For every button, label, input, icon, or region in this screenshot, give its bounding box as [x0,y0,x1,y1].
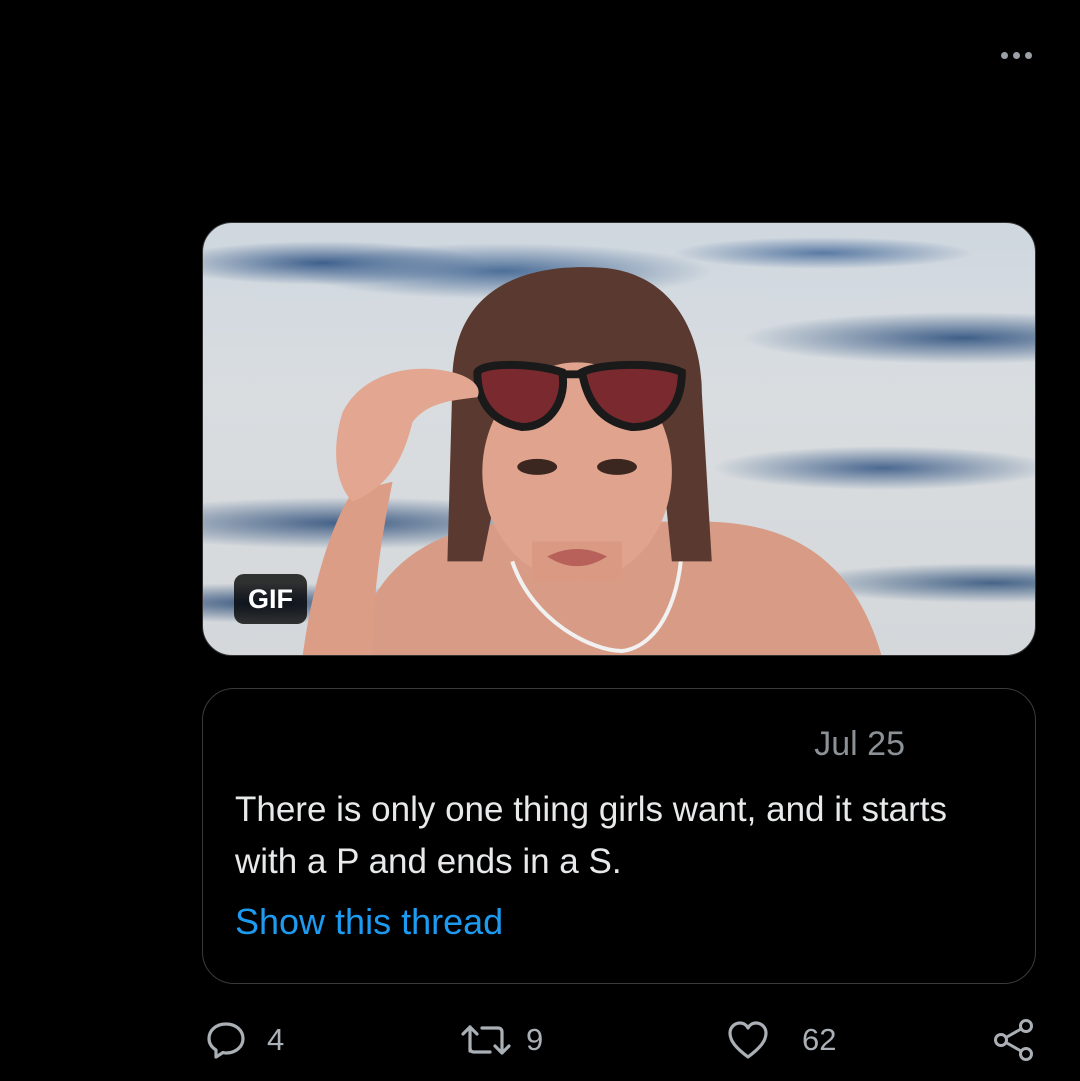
gif-media[interactable]: GIF [202,222,1036,656]
like-icon [728,1021,768,1059]
more-options-button[interactable] [988,38,1044,72]
action-bar: 4 9 62 [0,1010,1080,1070]
more-dot-icon [1024,51,1032,59]
show-thread-link[interactable]: Show this thread [235,901,503,943]
more-dot-icon [1012,51,1020,59]
like-button[interactable]: 62 [726,1010,836,1070]
gif-badge: GIF [234,574,307,624]
reply-count: 4 [267,1022,285,1057]
share-icon [994,1019,1033,1061]
like-count: 62 [802,1022,837,1057]
retweet-button[interactable]: 9 [460,1010,543,1070]
quote-text: There is only one thing girls want, and … [235,790,948,881]
share-button[interactable] [992,1010,1036,1070]
quoted-tweet-card[interactable]: Jul 25 There is only one thing girls wan… [202,688,1036,984]
more-dot-icon [1000,51,1008,59]
gif-image [302,267,882,655]
reply-icon [207,1022,245,1059]
quote-date: Jul 25 [814,725,905,763]
retweet-count: 9 [526,1022,544,1057]
reply-button[interactable]: 4 [205,1010,284,1070]
retweet-icon [461,1025,511,1055]
